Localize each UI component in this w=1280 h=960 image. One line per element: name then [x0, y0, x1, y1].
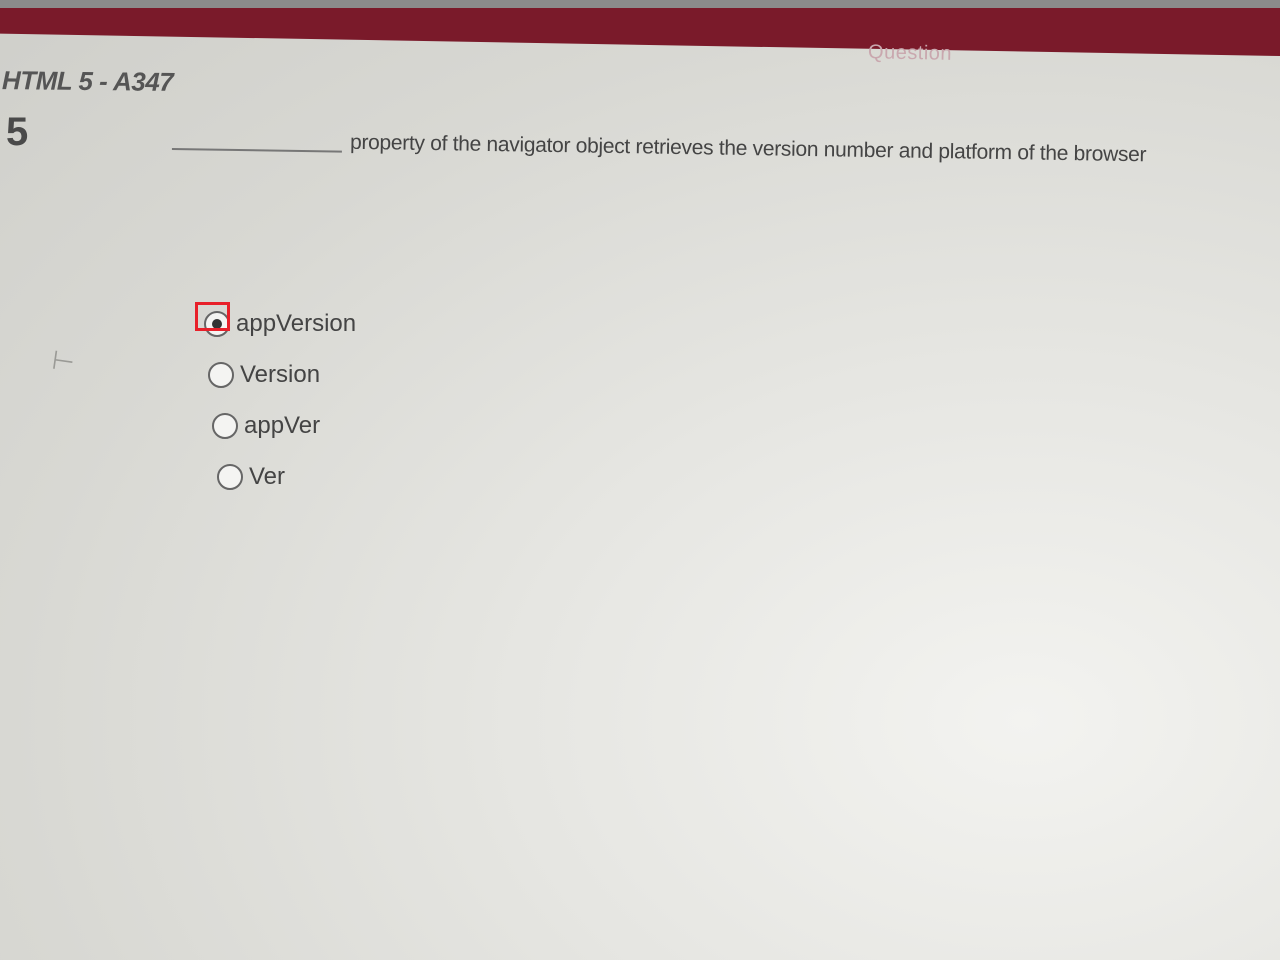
option-label: Ver [249, 462, 286, 490]
option-version[interactable]: Version [208, 349, 356, 400]
fill-in-blank [171, 147, 342, 153]
option-ver[interactable]: Ver [217, 451, 356, 502]
answer-options: appVersion Version appVer Ver [195, 298, 357, 502]
screen-frame-edge [0, 0, 1280, 8]
question-stem: property of the navigator object retriev… [171, 128, 1242, 179]
question-number: 5 [6, 110, 29, 154]
option-appver[interactable]: appVer [212, 400, 356, 451]
option-label: Version [240, 360, 321, 388]
radio-button[interactable] [208, 361, 234, 388]
highlight-box [195, 302, 230, 331]
radio-button[interactable] [212, 412, 238, 439]
option-appversion[interactable]: appVersion [195, 298, 357, 349]
top-header-band [0, 0, 1280, 56]
question-tab[interactable]: Question [868, 41, 953, 66]
option-label: appVersion [236, 309, 357, 337]
screen-smudge: ⊢ [50, 344, 77, 378]
radio-button[interactable] [217, 463, 243, 490]
option-label: appVer [244, 411, 321, 439]
question-text: property of the navigator object retriev… [349, 130, 1147, 167]
exam-title: HTML 5 - A347 [1, 65, 174, 97]
